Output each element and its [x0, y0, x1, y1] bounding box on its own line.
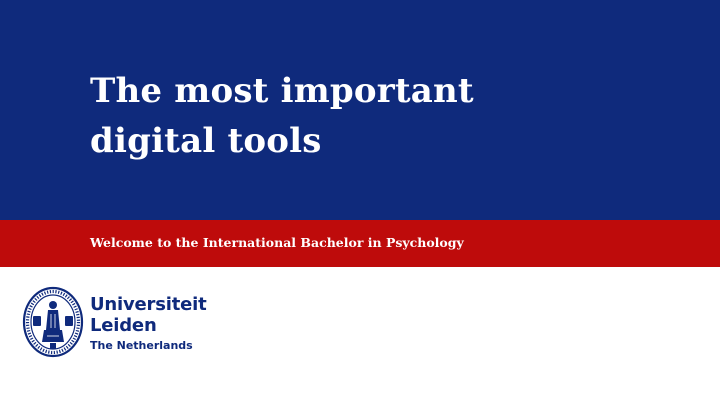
university-name-line-1: Universiteit [90, 294, 207, 315]
subtitle-band: Welcome to the International Bachelor in… [0, 220, 720, 267]
slide-title-line-2: digital tools [90, 121, 322, 161]
title-band: The most important digital tools [0, 0, 720, 220]
university-country: The Netherlands [90, 339, 193, 352]
slide-title-line-1: The most important [90, 71, 474, 111]
university-logo: Universiteit Leiden The Netherlands [22, 286, 207, 360]
university-seal-icon [22, 286, 84, 358]
slide-subtitle: Welcome to the International Bachelor in… [90, 235, 464, 250]
slide-title: The most important digital tools [90, 66, 650, 166]
university-name-line-2: Leiden [90, 315, 157, 336]
university-wordmark: Universiteit Leiden The Netherlands [90, 294, 207, 353]
